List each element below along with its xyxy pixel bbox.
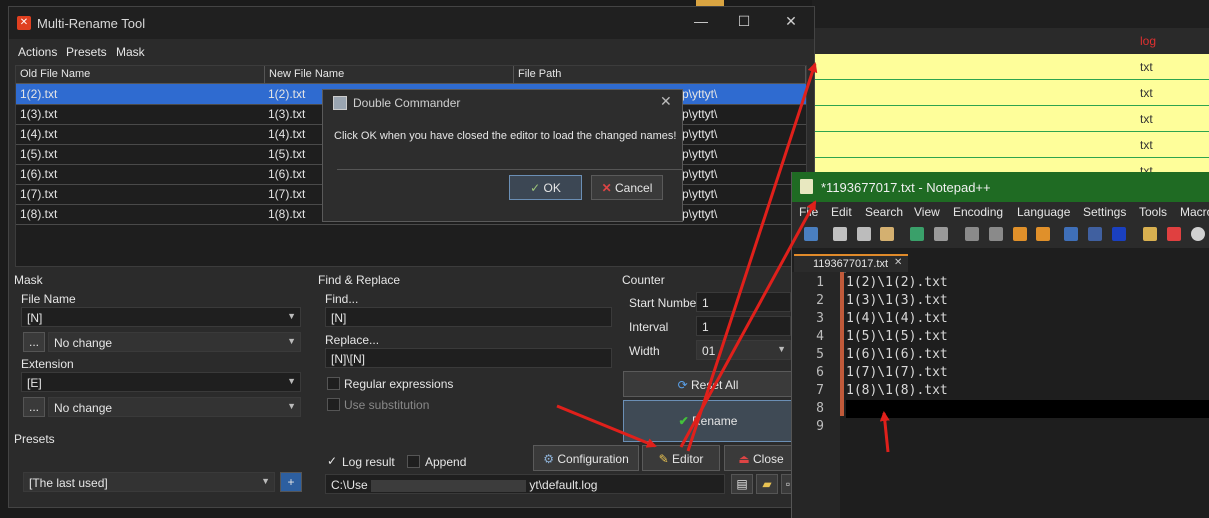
arrow-to-editor-button bbox=[556, 404, 657, 448]
arrow-to-notepad-title bbox=[686, 62, 818, 452]
annotation-arrows bbox=[556, 62, 890, 453]
arrow-to-edited-lines bbox=[879, 411, 890, 453]
arrow-to-notepad-menu bbox=[679, 200, 817, 448]
